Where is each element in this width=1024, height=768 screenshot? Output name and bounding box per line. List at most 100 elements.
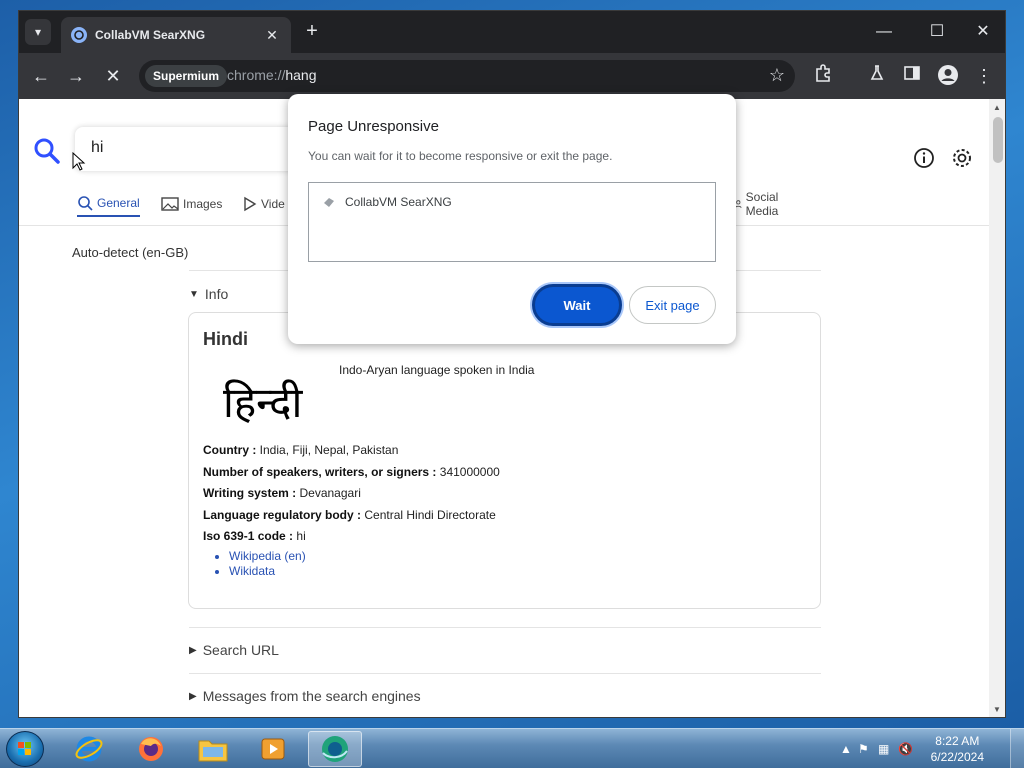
browser-toolbar: ← → ✕ Supermium chrome://hang ☆ ⋮ [19, 53, 1005, 99]
clock-date: 6/22/2024 [930, 750, 984, 764]
taskbar: ▲ ⚑ ▦ 🔇 8:22 AM 6/22/2024 [0, 728, 1024, 768]
taskbar-internet-explorer[interactable] [62, 731, 116, 767]
search-url-label: Search URL [202, 642, 279, 658]
tab-strip: ▾ CollabVM SearXNG ✕ + — ☐ ✕ [19, 11, 1005, 53]
searxng-favicon-icon [71, 27, 87, 43]
address-bar[interactable]: Supermium chrome://hang ☆ [139, 60, 795, 92]
system-tray: ▲ ⚑ ▦ 🔇 8:22 AM 6/22/2024 [834, 729, 1024, 768]
extensions-icon[interactable] [811, 64, 835, 88]
image-icon [161, 197, 179, 211]
tab-title: CollabVM SearXNG [95, 28, 206, 42]
infobox-title: Hindi [203, 329, 248, 349]
tab-collabvm-searxng[interactable]: CollabVM SearXNG ✕ [61, 17, 291, 53]
hindi-wordmark: हिन्दी [223, 378, 303, 427]
windows-logo-icon [18, 742, 31, 755]
maximize-icon[interactable]: ☐ [922, 21, 952, 43]
tab-videos-label: Vide [261, 197, 285, 211]
taskbar-firefox[interactable] [124, 731, 178, 767]
attribute-row: Language regulatory body : Central Hindi… [203, 507, 496, 522]
back-arrow-icon[interactable]: ← [29, 64, 53, 88]
page-favicon-icon [324, 198, 334, 207]
info-section-toggle[interactable]: ▼ Info [189, 286, 228, 302]
firefox-icon [139, 737, 163, 761]
tab-general-label: General [97, 196, 140, 210]
engine-messages-toggle[interactable]: ▶ Messages from the search engines [189, 688, 421, 704]
clock-time: 8:22 AM [935, 734, 980, 748]
url-text[interactable]: chrome://hang [227, 67, 317, 83]
tab-general[interactable]: General [77, 191, 140, 217]
attribute-row: Iso 639-1 code : hi [203, 529, 306, 543]
forward-arrow-icon[interactable]: → [64, 64, 88, 88]
list-item[interactable]: CollabVM SearXNG [323, 195, 452, 209]
wait-button[interactable]: Wait [532, 284, 622, 326]
start-button[interactable] [6, 731, 44, 767]
tab-images[interactable]: Images [161, 191, 222, 217]
page-scrollbar[interactable]: ▲ ▼ [989, 99, 1005, 717]
taskbar-media-player[interactable] [246, 731, 300, 767]
minimize-icon[interactable]: — [869, 21, 899, 43]
scroll-thumb[interactable] [993, 117, 1003, 163]
exit-page-button[interactable]: Exit page [629, 286, 716, 324]
profile-avatar-icon[interactable] [936, 64, 960, 88]
url-host: hang [285, 67, 317, 83]
folder-icon [198, 740, 228, 762]
info-icon[interactable] [913, 147, 935, 169]
stop-loading-icon[interactable]: ✕ [101, 64, 125, 88]
link-wikipedia[interactable]: Wikipedia (en) [229, 549, 306, 564]
search-input[interactable]: hi [75, 127, 305, 171]
dialog-message: You can wait for it to become responsive… [308, 149, 613, 163]
triangle-right-icon: ▶ [189, 644, 197, 656]
taskbar-supermium[interactable] [308, 731, 362, 767]
tray-overflow-icon[interactable]: ▲ [840, 742, 852, 756]
triangle-down-icon: ▼ [189, 288, 199, 300]
action-center-flag-icon[interactable]: ⚑ [858, 742, 869, 756]
scroll-up-icon[interactable]: ▲ [993, 103, 1001, 112]
show-desktop-button[interactable] [1010, 729, 1024, 768]
labs-flask-icon[interactable] [865, 64, 889, 88]
link-wikidata[interactable]: Wikidata [229, 564, 306, 579]
media-player-icon [261, 738, 285, 760]
search-url-toggle[interactable]: ▶ Search URL [189, 642, 279, 658]
gear-icon[interactable] [951, 147, 973, 169]
infobox-image: हिन्दी [223, 378, 303, 427]
network-icon[interactable]: ▦ [878, 742, 889, 756]
infobox: Hindi हिन्दी Indo-Aryan language spoken … [188, 312, 821, 609]
divider [189, 673, 821, 674]
taskbar-file-explorer[interactable] [186, 731, 240, 767]
engine-messages-label: Messages from the search engines [202, 688, 421, 704]
tab-search-button[interactable]: ▾ [25, 19, 51, 45]
search-icon [78, 196, 93, 211]
searxng-search-icon[interactable] [33, 137, 61, 165]
tab-images-label: Images [183, 197, 223, 211]
clock[interactable]: 8:22 AM 6/22/2024 [931, 733, 984, 765]
volume-muted-icon[interactable]: 🔇 [898, 742, 913, 756]
new-tab-button[interactable]: + [301, 21, 323, 43]
close-tab-icon[interactable]: ✕ [263, 27, 281, 44]
infobox-description: Indo-Aryan language spoken in India [339, 363, 535, 377]
internet-explorer-icon [75, 736, 103, 762]
language-autodetect[interactable]: Auto-detect (en-GB) [72, 245, 188, 260]
page-unresponsive-dialog: Page Unresponsive You can wait for it to… [288, 94, 736, 344]
url-scheme: chrome:// [227, 67, 286, 83]
side-panel-icon[interactable] [900, 64, 924, 88]
bookmark-star-icon[interactable]: ☆ [769, 65, 785, 86]
browser-chip[interactable]: Supermium [145, 65, 228, 87]
tab-social-media-label: Social Media [745, 190, 779, 218]
tab-social-media[interactable]: Social Media [735, 190, 784, 218]
play-icon [244, 196, 257, 212]
unresponsive-pages-list: CollabVM SearXNG [308, 182, 716, 262]
tab-videos[interactable]: Vide [243, 191, 285, 217]
attribute-row: Number of speakers, writers, or signers … [203, 464, 500, 479]
info-label: Info [204, 286, 229, 302]
infobox-links: Wikipedia (en) Wikidata [229, 549, 306, 579]
attribute-row: Country : India, Fiji, Nepal, Pakistan [203, 443, 399, 457]
divider [189, 627, 821, 628]
chevron-down-icon: ▾ [34, 25, 42, 39]
infobox-attributes: Country : India, Fiji, Nepal, Pakistan N… [203, 443, 500, 551]
menu-kebab-icon[interactable]: ⋮ [972, 64, 996, 88]
close-window-icon[interactable]: ✕ [968, 21, 998, 43]
mouse-cursor-icon [72, 152, 86, 171]
attribute-row: Writing system : Devanagari [203, 486, 361, 500]
scroll-down-icon[interactable]: ▼ [993, 705, 1001, 714]
list-item-label: CollabVM SearXNG [345, 195, 452, 209]
